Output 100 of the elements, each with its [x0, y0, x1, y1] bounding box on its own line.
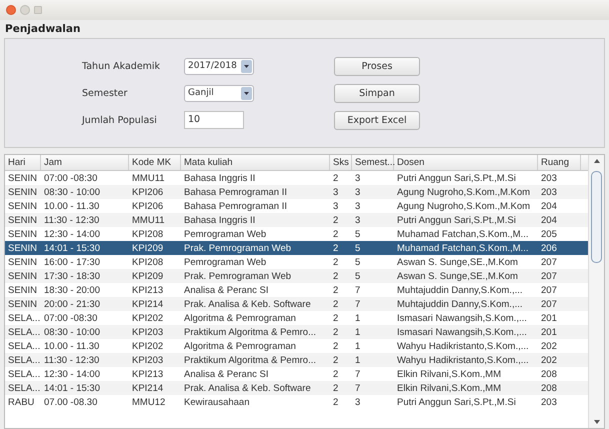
table-row[interactable]: SENIN 17:30 - 18:30 KPI209 Prak. Pemrograman Web 2 5 Aswan S. Sunge,SE.,M.Kom 207 — [5, 269, 588, 283]
column-header[interactable]: Ruang — [538, 155, 581, 170]
table-row[interactable]: SENIN 18:30 - 20:00 KPI213 Analisa & Peranc SI 2 7 Muhtajuddin Danny,S.Kom.,... 207 — [5, 283, 588, 297]
table-cell-text: Agung Nugroho,S.Kom.,M.Kom — [396, 186, 532, 198]
table-cell-text: 5 — [354, 256, 362, 268]
table-cell-text: 207 — [540, 270, 558, 282]
table-cell-text: Aswan S. Sunge,SE.,M.Kom — [396, 270, 519, 282]
table-row[interactable]: SELA... 10.00 - 11.30 KPI202 Algoritma & Pemrograman 2 1 Wahyu Hadikristanto,S.Kom.,... 202 — [5, 339, 588, 353]
column-header[interactable]: Mata kuliah — [181, 155, 330, 170]
column-header[interactable]: Jam — [41, 155, 129, 170]
column-header[interactable]: Sks — [330, 155, 352, 170]
table-cell-text: 3 — [354, 396, 362, 408]
table-cell-text: 207 — [540, 256, 558, 268]
table-cell-text: 3 — [354, 172, 362, 184]
table-cell-text: 2 — [332, 214, 340, 226]
table-cell-text: 2 — [332, 382, 340, 394]
table-cell-text: Praktikum Algoritma & Pemro... — [183, 326, 317, 338]
table-cell-text: 12:30 - 14:00 — [43, 228, 101, 240]
table-cell-text: KPI208 — [131, 256, 164, 268]
action-button[interactable]: Simpan — [334, 84, 420, 102]
table-row[interactable]: SENIN 20:00 - 21:30 KPI214 Prak. Analisa & Keb. Software 2 7 Muhtajuddin Danny,S.Kom.,... 207 — [5, 297, 588, 311]
table-cell-text: 203 — [540, 172, 558, 184]
table-cell-text: Muhamad Fatchan,S.Kom.,M... — [396, 242, 530, 254]
table-cell-text: 17:30 - 18:30 — [43, 270, 101, 282]
scroll-down-icon[interactable] — [594, 420, 600, 424]
table-cell-text: 1 — [354, 354, 362, 366]
table-row[interactable]: SENIN 12:30 - 14:00 KPI208 Pemrograman Web 2 5 Muhamad Fatchan,S.Kom.,M... 205 — [5, 227, 588, 241]
table-row[interactable]: SENIN 11:30 - 12:30 MMU11 Bahasa Inggris II 2 3 Putri Anggun Sari,S.Pt.,M.Si 204 — [5, 213, 588, 227]
table-cell-text: 08:30 - 10:00 — [43, 186, 101, 198]
table-cell-text: 11:30 - 12:30 — [43, 214, 100, 226]
table-cell-text: 2 — [332, 298, 340, 310]
table-cell-text: 2 — [332, 396, 340, 408]
table-cell-text: 7 — [354, 298, 362, 310]
table-row[interactable]: SELA... 07:00 -08:30 KPI202 Algoritma & Pemrograman 2 1 Ismasari Nawangsih,S.Kom.,... 201 — [5, 311, 588, 325]
table-cell-text: 7 — [354, 368, 362, 380]
table-cell-text: Bahasa Inggris II — [183, 172, 256, 184]
table-cell-text: 207 — [540, 298, 558, 310]
table-cell-text: 14:01 - 15:30 — [43, 382, 101, 394]
table-row[interactable]: SELA... 12:30 - 14:00 KPI213 Analisa & Peranc SI 2 7 Elkin Rilvani,S.Kom.,MM 208 — [5, 367, 588, 381]
table-row[interactable]: SENIN 14:01 - 15:30 KPI209 Prak. Pemrograman Web 2 5 Muhamad Fatchan,S.Kom.,M... 206 — [5, 241, 588, 255]
action-button[interactable]: Export Excel — [334, 110, 420, 130]
table-cell-text: 5 — [354, 228, 362, 240]
table-cell-text: 11:30 - 12:30 — [43, 354, 100, 366]
table-cell-text: 201 — [540, 312, 558, 324]
input-field[interactable]: 10 — [184, 111, 244, 129]
table-cell-text: Prak. Pemrograman Web — [183, 242, 292, 254]
table-cell-text: 203 — [540, 396, 558, 408]
dropdown[interactable]: Ganjil — [184, 84, 254, 102]
table-row[interactable]: SELA... 14:01 - 15:30 KPI214 Prak. Analisa & Keb. Software 2 7 Elkin Rilvani,S.Kom.,MM 208 — [5, 381, 588, 395]
table-row[interactable]: RABU 07.00 -08.30 MMU12 Kewirausahaan 2 3 Putri Anggun Sari,S.Pt.,M.Si 203 — [5, 395, 588, 409]
table-row[interactable]: SENIN 08:30 - 10:00 KPI206 Bahasa Pemrograman II 3 3 Agung Nugroho,S.Kom.,M.Kom 203 — [5, 185, 588, 199]
scrollbar[interactable] — [588, 155, 604, 428]
table-row[interactable]: SENIN 07:00 -08:30 MMU11 Bahasa Inggris II 2 3 Putri Anggun Sari,S.Pt.,M.Si 203 — [5, 171, 588, 185]
table-row[interactable]: SELA... 08:30 - 10:00 KPI203 Praktikum Algoritma & Pemro... 2 1 Ismasari Nawangsih,S.Kom.,... 201 — [5, 325, 588, 339]
close-button[interactable] — [6, 5, 16, 15]
table-cell-text: KPI203 — [131, 326, 164, 338]
table-cell-text: Prak. Analisa & Keb. Software — [183, 382, 312, 394]
column-header[interactable]: Kode MK — [129, 155, 181, 170]
table-row[interactable]: SELA... 11:30 - 12:30 KPI203 Praktikum Algoritma & Pemro... 2 1 Wahyu Hadikristanto,S.Kom.,... 202 — [5, 353, 588, 367]
table-cell-text: SENIN — [7, 298, 38, 310]
table-cell-text: 3 — [354, 200, 362, 212]
table-cell-text: 207 — [540, 284, 558, 296]
table-cell-text: SENIN — [7, 242, 38, 254]
table-cell-text: 208 — [540, 382, 558, 394]
table-cell-text: 201 — [540, 326, 558, 338]
table-cell-text: 2 — [332, 354, 340, 366]
table-cell-text: Wahyu Hadikristanto,S.Kom.,... — [396, 354, 530, 366]
table-cell-text: 204 — [540, 214, 558, 226]
table-cell-text: 14:01 - 15:30 — [43, 242, 101, 254]
table-cell-text: Analisa & Peranc SI — [183, 368, 270, 380]
table-cell-text: 7 — [354, 284, 362, 296]
table-cell-text: KPI202 — [131, 340, 164, 352]
action-button[interactable]: Proses — [334, 56, 420, 76]
table-cell-text: 07.00 -08.30 — [43, 396, 98, 408]
table-cell-text: SENIN — [7, 228, 38, 240]
table-cell-text: Prak. Analisa & Keb. Software — [183, 298, 312, 310]
table-cell-text: 202 — [540, 340, 558, 352]
table-cell-text: MMU11 — [131, 172, 166, 184]
table-cell-text: SELA... — [7, 354, 41, 366]
scroll-up-icon[interactable] — [594, 159, 600, 163]
table-row[interactable]: SENIN 10.00 - 11.30 KPI206 Bahasa Pemrograman II 3 3 Agung Nugroho,S.Kom.,M.Kom 204 — [5, 199, 588, 213]
dropdown[interactable]: 2017/2018 — [184, 58, 254, 74]
column-header[interactable]: Hari — [5, 155, 41, 170]
table-cell-text: SENIN — [7, 270, 38, 282]
table-row[interactable]: SENIN 16:00 - 17:30 KPI208 Pemrograman Web 2 5 Aswan S. Sunge,SE.,M.Kom 207 — [5, 255, 588, 269]
column-header[interactable]: Semest... — [352, 155, 394, 170]
table-cell-text: MMU12 — [131, 396, 166, 408]
table-cell-text: KPI209 — [131, 242, 164, 254]
window-title: Penjadwalan — [4, 22, 82, 37]
column-header[interactable]: Dosen — [394, 155, 538, 170]
table-cell-text: SENIN — [7, 214, 38, 226]
table-cell-text: 07:00 -08:30 — [43, 172, 98, 184]
table-cell-text: 202 — [540, 354, 558, 366]
scrollbar-thumb[interactable] — [591, 171, 602, 263]
table-cell-text: 203 — [540, 186, 558, 198]
table-cell-text: 16:00 - 17:30 — [43, 256, 101, 268]
table-cell-text: 1 — [354, 312, 362, 324]
table-cell-text: KPI214 — [131, 382, 164, 394]
table-cell-text: SENIN — [7, 186, 38, 198]
table-cell-text: SENIN — [7, 256, 38, 268]
